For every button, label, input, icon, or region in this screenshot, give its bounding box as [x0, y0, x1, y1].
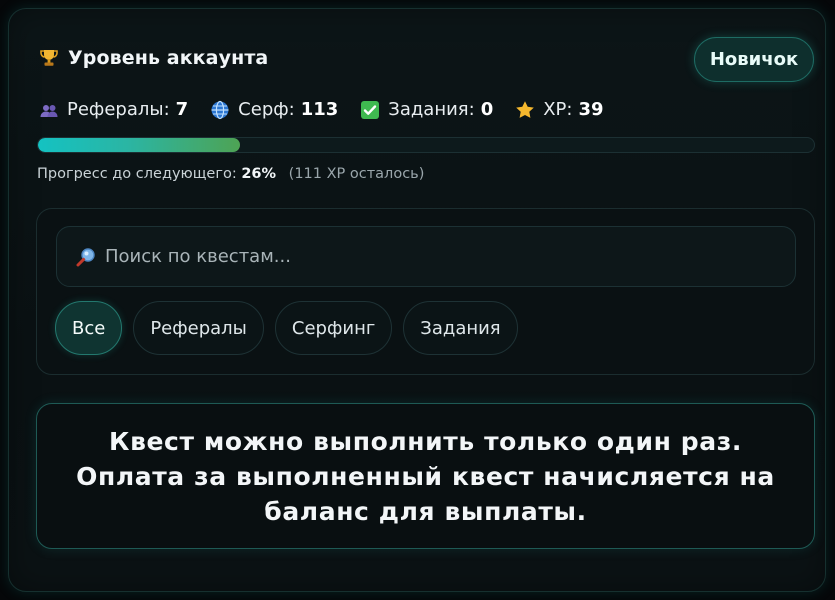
quest-search-panel: Все Рефералы Серфинг Задания	[36, 208, 815, 375]
stat-label: Серф:	[238, 99, 295, 120]
trophy-icon	[39, 48, 59, 68]
search-box[interactable]	[56, 226, 796, 287]
stat-xp: XP: 39	[515, 99, 604, 120]
people-icon	[39, 100, 59, 120]
stat-value: 39	[578, 99, 604, 120]
progress-caption: Прогресс до следующего: 26% (111 XP оста…	[37, 166, 424, 182]
checkbox-icon	[360, 100, 380, 120]
stat-tasks: Задания: 0	[360, 99, 493, 120]
filter-all[interactable]: Все	[55, 301, 123, 355]
xp-progress-bar	[37, 137, 815, 153]
stat-referrals: Рефералы: 7	[39, 99, 188, 120]
notice-text: Квест можно выполнить только один раз. О…	[76, 426, 775, 526]
star-icon	[515, 100, 535, 120]
stats-row: Рефералы: 7 Серф: 113 Задания: 0 XP: 39	[39, 99, 626, 120]
filter-surfing[interactable]: Серфинг	[274, 301, 393, 355]
level-badge[interactable]: Новичок	[694, 37, 814, 82]
filter-chips: Все Рефералы Серфинг Задания	[55, 301, 518, 355]
progress-remaining: (111 XP осталось)	[288, 166, 425, 182]
filter-referrals[interactable]: Рефералы	[133, 301, 264, 355]
xp-progress-fill	[38, 138, 240, 152]
card-title: Уровень аккаунта	[68, 47, 269, 69]
progress-label: Прогресс до следующего:	[37, 166, 237, 182]
account-level-card: Уровень аккаунта Новичок Рефералы: 7 Сер…	[8, 8, 826, 592]
stat-surf: Серф: 113	[210, 99, 338, 120]
stat-value: 113	[300, 99, 339, 120]
card-header: Уровень аккаунта	[39, 47, 268, 69]
search-input[interactable]	[105, 246, 795, 267]
stat-label: Рефералы:	[67, 99, 170, 120]
stat-label: Задания:	[388, 99, 475, 120]
stat-value: 7	[175, 99, 189, 120]
magnifier-icon	[75, 246, 97, 268]
filter-tasks[interactable]: Задания	[403, 301, 518, 355]
quest-notice: Квест можно выполнить только один раз. О…	[36, 403, 815, 549]
globe-icon	[210, 100, 230, 120]
stat-label: XP:	[543, 99, 573, 120]
stat-value: 0	[480, 99, 494, 120]
progress-percent: 26%	[241, 166, 277, 182]
